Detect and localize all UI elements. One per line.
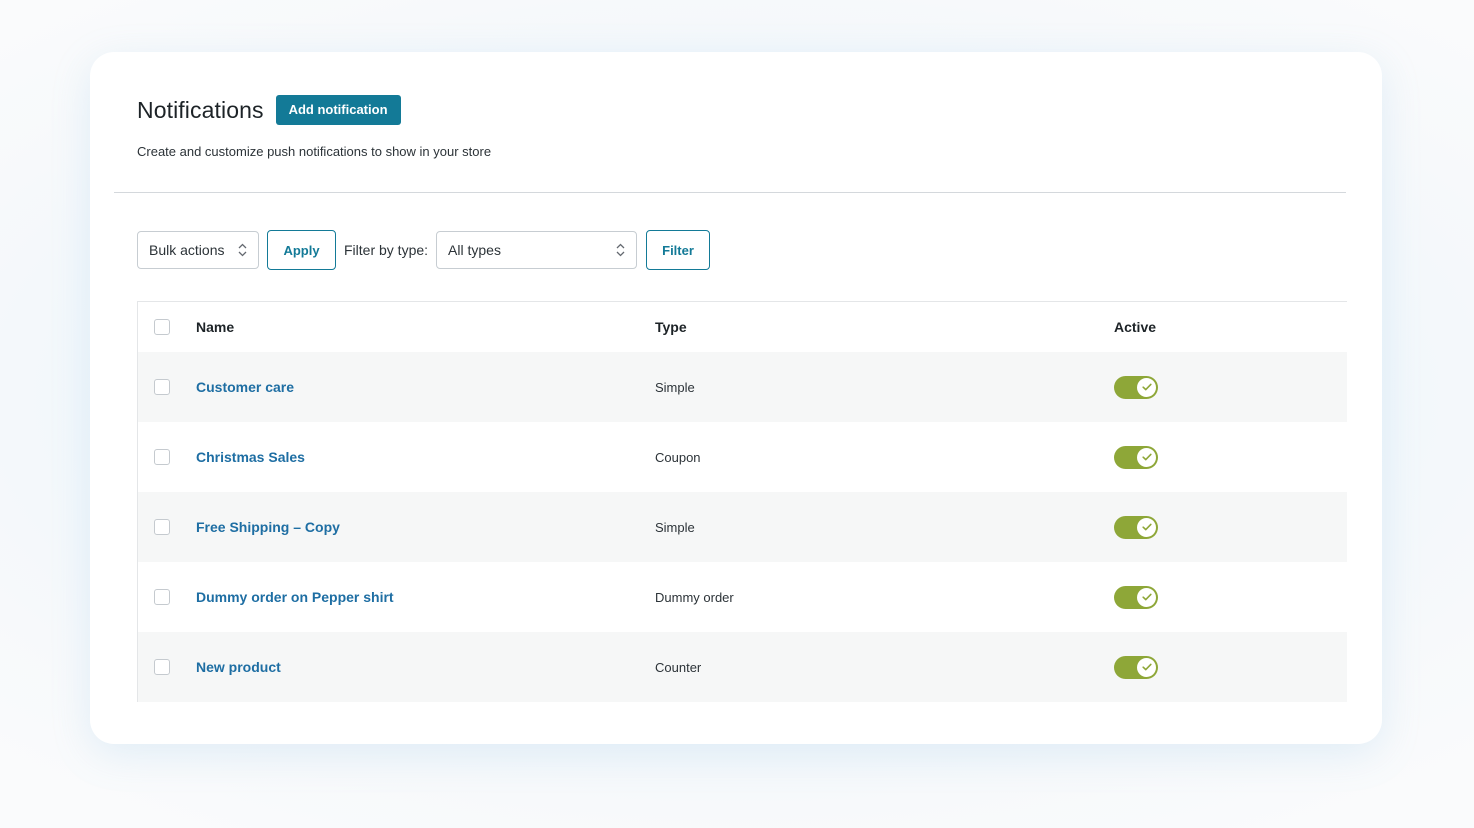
page-title: Notifications [137,96,264,123]
column-header-type: Type [655,319,687,335]
page-subtitle: Create and customize push notifications … [137,144,492,159]
notification-name-link[interactable]: Dummy order on Pepper shirt [196,589,394,605]
notification-name-link[interactable]: New product [196,659,281,675]
active-toggle[interactable] [1114,445,1158,469]
table-toolbar: Bulk actions Apply Filter by type: All t… [137,230,711,270]
select-all-checkbox[interactable] [154,319,170,335]
chevron-up-down-icon [616,243,625,257]
notification-type: Simple [655,379,695,395]
bulk-actions-select[interactable]: Bulk actions [137,231,259,269]
check-icon [1137,517,1156,537]
active-toggle[interactable] [1114,585,1158,609]
type-filter-value: All types [448,242,501,258]
row-checkbox[interactable] [154,449,170,465]
apply-button[interactable]: Apply [267,230,336,270]
column-header-active: Active [1114,319,1157,335]
table-row: Christmas Sales Coupon [138,422,1347,492]
type-filter-select[interactable]: All types [436,231,638,269]
column-header-name[interactable]: Name [196,319,234,335]
notification-name-link[interactable]: Christmas Sales [196,449,305,465]
row-checkbox[interactable] [154,379,170,395]
table-header-row: Name Type Active [138,302,1347,352]
notification-name-link[interactable]: Customer care [196,379,294,395]
filter-by-type-label: Filter by type: [344,242,429,258]
notification-type: Counter [655,659,702,675]
add-notification-button[interactable]: Add notification [275,95,401,125]
table-row: Dummy order on Pepper shirt Dummy order [138,562,1347,632]
notifications-table: Name Type Active Customer care Simple Ch… [137,301,1347,702]
row-checkbox[interactable] [154,659,170,675]
notification-type: Coupon [655,449,701,465]
active-toggle[interactable] [1114,515,1158,539]
row-checkbox[interactable] [154,519,170,535]
notification-type: Simple [655,519,695,535]
notification-name-link[interactable]: Free Shipping – Copy [196,519,340,535]
table-row: New product Counter [138,632,1347,702]
row-checkbox[interactable] [154,589,170,605]
table-row: Free Shipping – Copy Simple [138,492,1347,562]
table-row: Customer care Simple [138,352,1347,422]
chevron-up-down-icon [238,243,247,257]
check-icon [1137,657,1156,677]
active-toggle[interactable] [1114,375,1158,399]
notification-type: Dummy order [655,589,734,605]
bulk-actions-value: Bulk actions [149,242,225,258]
check-icon [1137,447,1156,467]
filter-button[interactable]: Filter [646,230,711,270]
title-row: Notifications Add notification [137,95,401,125]
notifications-card: Notifications Add notification Create an… [90,52,1382,744]
check-icon [1137,377,1156,397]
check-icon [1137,587,1156,607]
divider [114,192,1346,193]
active-toggle[interactable] [1114,655,1158,679]
